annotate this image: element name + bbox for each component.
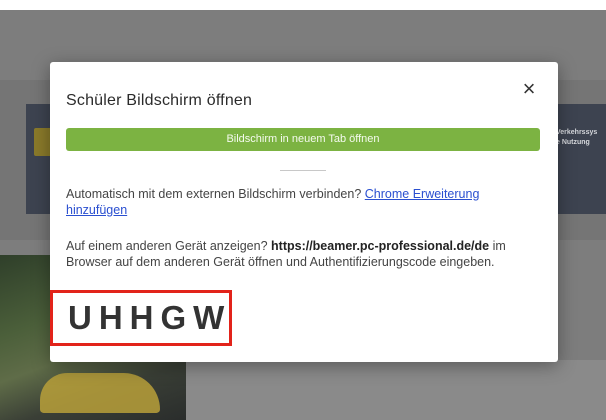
auto-connect-text: Automatisch mit dem externen Bildschirm … (66, 186, 540, 218)
background-right-text-line1: Verkehrssys (556, 129, 598, 136)
auth-code: UHHGW (68, 299, 232, 336)
background-right-text: Verkehrssys e Nutzung (556, 128, 606, 148)
beamer-url: https://beamer.pc-professional.de/de (271, 239, 490, 253)
auto-connect-question: Automatisch mit dem externen Bildschirm … (66, 187, 362, 201)
divider (280, 170, 326, 171)
page-top-strip (0, 0, 606, 10)
open-screen-dialog: Schüler Bildschirm öffnen × Bildschirm i… (50, 62, 558, 362)
other-device-question: Auf einem anderen Gerät anzeigen? (66, 239, 268, 253)
background-gray-area (186, 360, 606, 420)
background-car-shape (40, 373, 160, 413)
open-in-new-tab-button[interactable]: Bildschirm in neuem Tab öffnen (66, 128, 540, 151)
dialog-title: Schüler Bildschirm öffnen (66, 92, 253, 109)
other-device-instructions: Auf einem anderen Gerät anzeigen? https:… (66, 238, 540, 270)
close-icon[interactable]: × (518, 78, 540, 100)
background-right-text-line2: e Nutzung (556, 139, 590, 146)
